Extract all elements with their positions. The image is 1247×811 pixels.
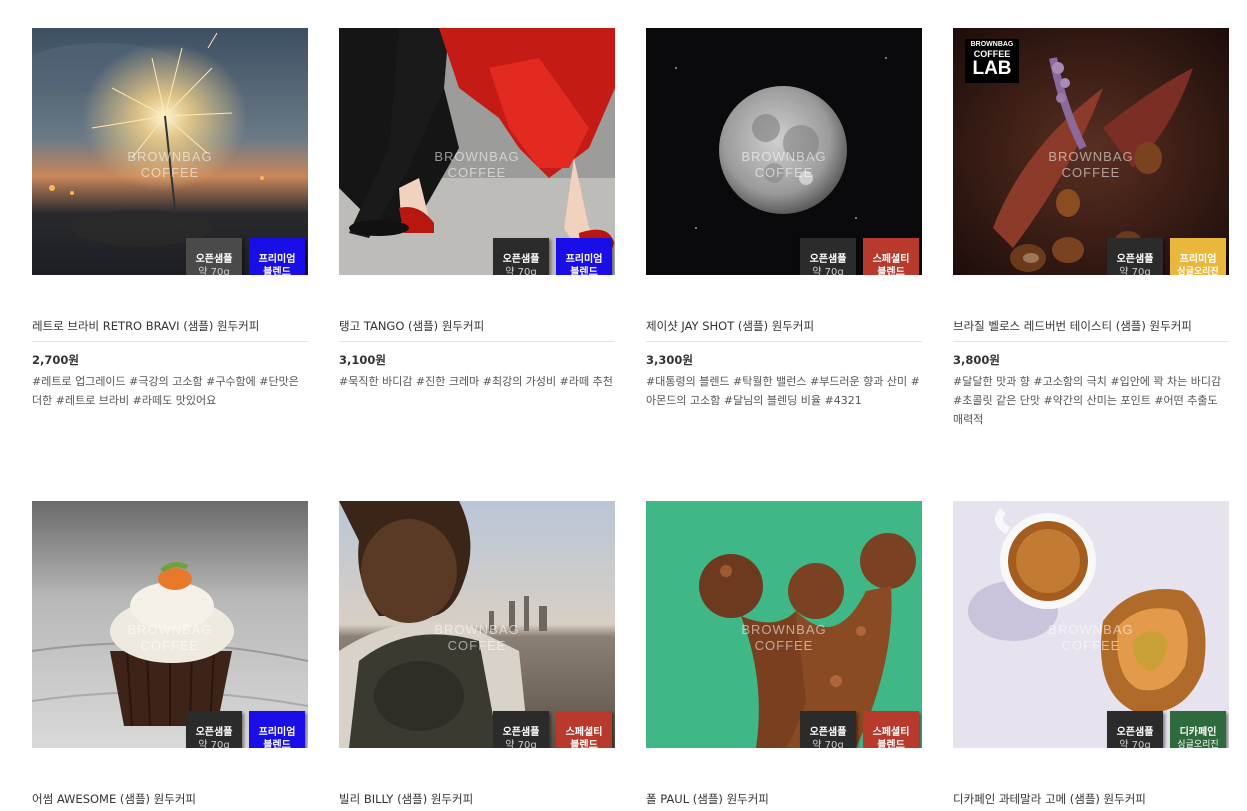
product-title[interactable]: 폴 PAUL (샘플) 원두커피: [646, 791, 922, 811]
product-card[interactable]: BROWNBAG COFFEE 오픈샘플 약 70g 스페셜티 블렌드 제이샷 JAY…: [646, 28, 922, 407]
product-card[interactable]: BROWNBAG COFFEE 오픈샘플 약 70g 디카페인 싱글오리진 디카페인 …: [953, 501, 1229, 806]
badge-group: 오픈샘플 약 70g 스페셜티 블렌드: [800, 711, 919, 748]
category-badge: 디카페인 싱글오리진: [1170, 711, 1226, 748]
category-badge: 스페셜티 블렌드: [863, 238, 919, 275]
product-title[interactable]: 제이샷 JAY SHOT (샘플) 원두커피: [646, 318, 922, 342]
product-image-link[interactable]: BROWNBAG COFFEE 오픈샘플 약 70g 스페셜티 블렌드: [646, 28, 922, 275]
sample-badge: 오픈샘플 약 70g: [493, 711, 549, 748]
sample-badge: 오픈샘플 약 70g: [493, 238, 549, 275]
product-image-link[interactable]: BROWNBAG COFFEE 오픈샘플 약 70g 프리미엄 블렌드: [32, 28, 308, 275]
product-card[interactable]: BROWNBAG COFFEE LAB BROWNBAG COFFEE 오픈샘플 약…: [953, 28, 1229, 426]
badge-group: 오픈샘플 약 70g 스페셜티 블렌드: [493, 711, 612, 748]
product-image-link[interactable]: BROWNBAG COFFEE 오픈샘플 약 70g 프리미엄 블렌드: [32, 501, 308, 748]
sample-badge: 오픈샘플 약 70g: [800, 238, 856, 275]
sample-badge: 오픈샘플 약 70g: [800, 711, 856, 748]
brand-watermark: BROWNBAG COFFEE: [434, 622, 520, 653]
category-badge: 스페셜티 블렌드: [556, 711, 612, 748]
brand-watermark: BROWNBAG COFFEE: [741, 149, 827, 180]
product-image-link[interactable]: BROWNBAG COFFEE 오픈샘플 약 70g 스페셜티 블렌드: [339, 501, 615, 748]
brand-watermark: BROWNBAG COFFEE: [434, 149, 520, 180]
product-title[interactable]: 레트로 브라비 RETRO BRAVI (샘플) 원두커피: [32, 318, 308, 342]
product-tags: #달달한 맛과 향 #고소함의 극치 #입안에 꽉 차는 바디감 #초콜릿 같은…: [953, 375, 1222, 426]
product-card[interactable]: BROWNBAG COFFEE 오픈샘플 약 70g 프리미엄 블렌드 탱고 TANG…: [339, 28, 615, 388]
product-price: 2,700원: [32, 353, 79, 367]
category-badge: 프리미엄 블렌드: [556, 238, 612, 275]
brownbag-lab-logo: BROWNBAG COFFEE LAB: [965, 39, 1019, 83]
product-price: 3,800원: [953, 353, 1000, 367]
product-image-link[interactable]: BROWNBAG COFFEE LAB BROWNBAG COFFEE 오픈샘플 약…: [953, 28, 1229, 275]
sample-badge: 오픈샘플 약 70g: [186, 238, 242, 275]
product-price: 3,300원: [646, 353, 693, 367]
product-image-link[interactable]: BROWNBAG COFFEE 오픈샘플 약 70g 스페셜티 블렌드: [646, 501, 922, 748]
product-card[interactable]: BROWNBAG COFFEE 오픈샘플 약 70g 프리미엄 블렌드 어썸 AWES…: [32, 501, 308, 806]
product-title[interactable]: 브라질 벨로스 레드버번 테이스티 (샘플) 원두커피: [953, 318, 1229, 342]
product-card[interactable]: BROWNBAG COFFEE 오픈샘플 약 70g 스페셜티 블렌드 폴 PAUL …: [646, 501, 922, 806]
category-badge: 프리미엄 블렌드: [249, 238, 305, 275]
product-image-link[interactable]: BROWNBAG COFFEE 오픈샘플 약 70g 프리미엄 블렌드: [339, 28, 615, 275]
product-tags: #대통령의 블렌드 #탁월한 밸런스 #부드러운 향과 산미 #아몬드의 고소함…: [646, 375, 920, 407]
badge-group: 오픈샘플 약 70g 프리미엄 블렌드: [493, 238, 612, 275]
product-grid: BROWNBAG COFFEE 오픈샘플 약 70g 프리미엄 블렌드 레트로 브라비…: [0, 0, 1247, 811]
badge-group: 오픈샘플 약 70g 디카페인 싱글오리진: [1107, 711, 1226, 748]
product-title[interactable]: 어썸 AWESOME (샘플) 원두커피: [32, 791, 308, 811]
sample-badge: 오픈샘플 약 70g: [1107, 711, 1163, 748]
sample-badge: 오픈샘플 약 70g: [1107, 238, 1163, 275]
category-badge: 프리미엄 블렌드: [249, 711, 305, 748]
brand-watermark: BROWNBAG COFFEE: [1048, 622, 1134, 653]
product-title[interactable]: 빌리 BILLY (샘플) 원두커피: [339, 791, 615, 811]
category-badge: 프리미엄 싱글오리진: [1170, 238, 1226, 275]
product-price: 3,100원: [339, 353, 386, 367]
product-title[interactable]: 디카페인 과테말라 고메 (샘플) 원두커피: [953, 791, 1229, 811]
brand-watermark: BROWNBAG COFFEE: [127, 149, 213, 180]
product-card[interactable]: BROWNBAG COFFEE 오픈샘플 약 70g 프리미엄 블렌드 레트로 브라비…: [32, 28, 308, 407]
product-image-link[interactable]: BROWNBAG COFFEE 오픈샘플 약 70g 디카페인 싱글오리진: [953, 501, 1229, 748]
badge-group: 오픈샘플 약 70g 스페셜티 블렌드: [800, 238, 919, 275]
product-tags: #레트로 업그레이드 #극강의 고소함 #구수함에 #단맛은 더한 #레트로 브…: [32, 375, 299, 407]
product-card[interactable]: BROWNBAG COFFEE 오픈샘플 약 70g 스페셜티 블렌드 빌리 BILL…: [339, 501, 615, 806]
product-title[interactable]: 탱고 TANGO (샘플) 원두커피: [339, 318, 615, 342]
category-badge: 스페셜티 블렌드: [863, 711, 919, 748]
badge-group: 오픈샘플 약 70g 프리미엄 블렌드: [186, 711, 305, 748]
badge-group: 오픈샘플 약 70g 프리미엄 블렌드: [186, 238, 305, 275]
brand-watermark: BROWNBAG COFFEE: [127, 622, 213, 653]
brand-watermark: BROWNBAG COFFEE: [1048, 149, 1134, 180]
brand-watermark: BROWNBAG COFFEE: [741, 622, 827, 653]
badge-group: 오픈샘플 약 70g 프리미엄 싱글오리진: [1107, 238, 1226, 275]
sample-badge: 오픈샘플 약 70g: [186, 711, 242, 748]
product-tags: #묵직한 바디감 #진한 크레마 #최강의 가성비 #라떼 추천: [339, 375, 613, 388]
